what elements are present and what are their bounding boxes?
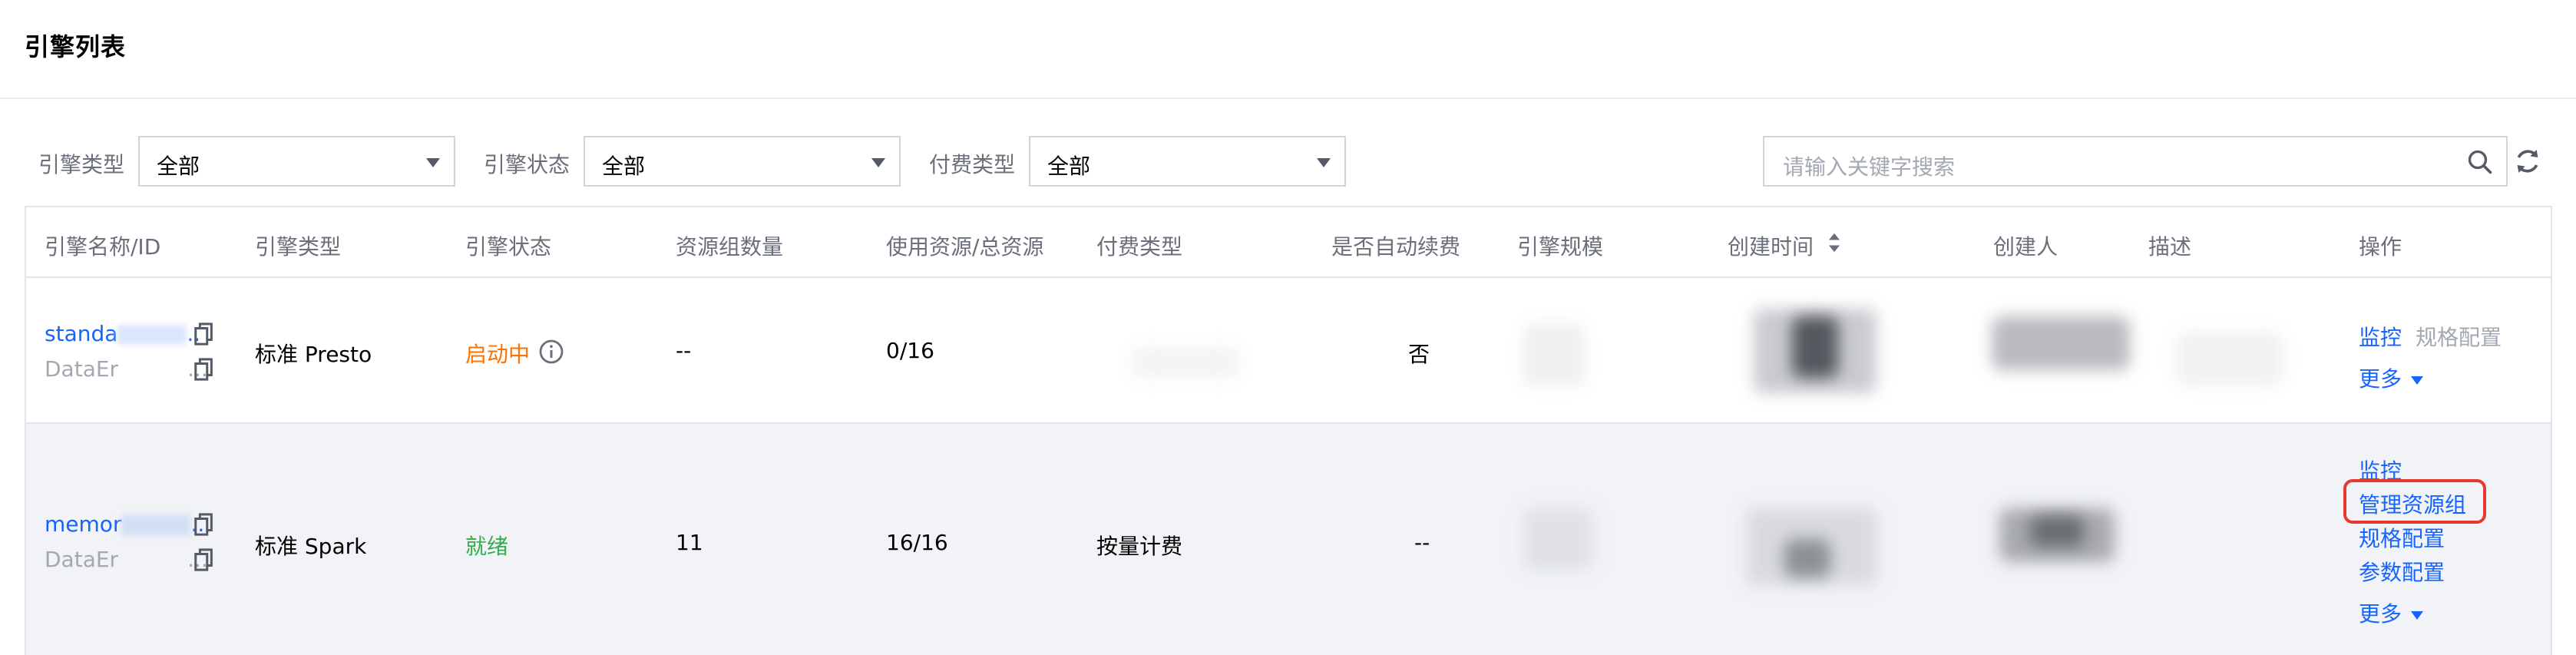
copy-icon[interactable] (193, 358, 215, 381)
billing-type-label: 付费类型 (929, 152, 1016, 177)
redacted-block (1792, 316, 1838, 378)
engine-status-select[interactable]: 全部 (584, 136, 901, 187)
status-badge: 启动中 (465, 342, 531, 367)
search-input[interactable]: 请输入关键字搜索 (1763, 136, 2508, 187)
page-title: 引擎列表 (25, 32, 127, 61)
col-billing: 付费类型 (1096, 234, 1183, 260)
engine-type: 标准 Spark (255, 534, 367, 559)
table-header: 引擎名称/ID 引擎类型 引擎状态 资源组数量 使用资源/总资源 付费类型 是否… (26, 207, 2551, 278)
engine-id-text: DataEr (45, 547, 119, 572)
search-placeholder: 请输入关键字搜索 (1783, 154, 1956, 180)
engine-type-value: 全部 (157, 154, 200, 179)
resource-group-count: -- (676, 338, 692, 363)
more-label: 更多 (2359, 366, 2402, 392)
redacted-block (2176, 332, 2283, 385)
more-dropdown[interactable]: 更多 (2359, 597, 2424, 628)
billing-type-value: 全部 (1047, 154, 1091, 179)
col-status: 引擎状态 (465, 234, 552, 260)
redacted-block (1523, 324, 1585, 385)
col-actions: 操作 (2359, 234, 2402, 260)
masked-text (121, 515, 191, 535)
manage-resource-group-link[interactable]: 管理资源组 (2359, 488, 2466, 519)
chevron-down-icon (426, 158, 440, 167)
page-header: 引擎列表 (0, 0, 2576, 99)
more-label: 更多 (2359, 601, 2402, 627)
engine-name-link[interactable]: standa.. (45, 321, 200, 346)
spec-config-link[interactable]: 规格配置 (2359, 522, 2445, 553)
auto-renew: 否 (1408, 342, 1430, 367)
engine-type: 标准 Presto (255, 342, 372, 367)
copy-icon[interactable] (193, 548, 215, 571)
redacted-block (1523, 508, 1592, 570)
chevron-down-icon (1317, 158, 1331, 167)
billing-type-select[interactable]: 全部 (1029, 136, 1346, 187)
table-row: memor.. DataEr... 标准 Spark 就绪 11 16/16 按… (26, 424, 2551, 655)
sort-icon[interactable] (1827, 232, 1841, 253)
col-scale: 引擎规模 (1517, 234, 1604, 260)
col-type: 引擎类型 (255, 234, 342, 260)
copy-icon[interactable] (193, 323, 215, 346)
resource-group-count: 11 (676, 530, 703, 555)
col-resource-group-count: 资源组数量 (676, 234, 784, 260)
engine-id: DataEr... (45, 356, 208, 382)
used-total: 0/16 (886, 338, 934, 363)
engine-status-value: 全部 (602, 154, 646, 179)
param-config-link[interactable]: 参数配置 (2359, 556, 2445, 587)
info-icon[interactable] (539, 339, 564, 364)
monitor-link[interactable]: 监控 (2359, 321, 2402, 352)
col-name-id: 引擎名称/ID (45, 234, 161, 260)
col-creator: 创建人 (1993, 234, 2058, 260)
engine-id: DataEr... (45, 547, 208, 572)
caret-down-icon (2411, 375, 2424, 385)
refresh-icon[interactable] (2512, 146, 2543, 177)
copy-icon[interactable] (193, 513, 215, 536)
table-row: standa.. DataEr... 标准 Presto 启动中 -- 0/16… (26, 278, 2551, 424)
auto-renew: -- (1414, 530, 1430, 555)
billing-type: 按量计费 (1096, 534, 1183, 559)
masked-text (117, 325, 187, 345)
spec-config-link: 规格配置 (2416, 325, 2502, 350)
engine-name-link[interactable]: memor.. (45, 511, 204, 537)
caret-down-icon (2411, 610, 2424, 620)
engine-table: 引擎名称/ID 引擎类型 引擎状态 资源组数量 使用资源/总资源 付费类型 是否… (25, 206, 2552, 655)
chevron-down-icon (871, 158, 885, 167)
redacted-block (1132, 347, 1239, 378)
col-description: 描述 (2148, 234, 2192, 260)
engine-name[interactable]: standa (45, 321, 117, 346)
col-created-time[interactable]: 创建时间 (1728, 230, 1814, 261)
redacted-block (1784, 539, 1830, 577)
engine-name[interactable]: memor (45, 511, 121, 537)
redacted-block (2030, 516, 2084, 547)
col-used-total: 使用资源/总资源 (886, 234, 1044, 260)
search-icon[interactable] (2466, 148, 2494, 176)
redacted-block (1992, 316, 2130, 370)
col-auto-renew: 是否自动续费 (1331, 234, 1461, 260)
status-badge: 就绪 (465, 534, 509, 559)
engine-status-label: 引擎状态 (484, 152, 570, 177)
more-dropdown[interactable]: 更多 (2359, 362, 2424, 393)
used-total: 16/16 (886, 530, 948, 555)
engine-type-label: 引擎类型 (38, 152, 125, 177)
engine-type-select[interactable]: 全部 (138, 136, 455, 187)
engine-id-text: DataEr (45, 356, 119, 382)
